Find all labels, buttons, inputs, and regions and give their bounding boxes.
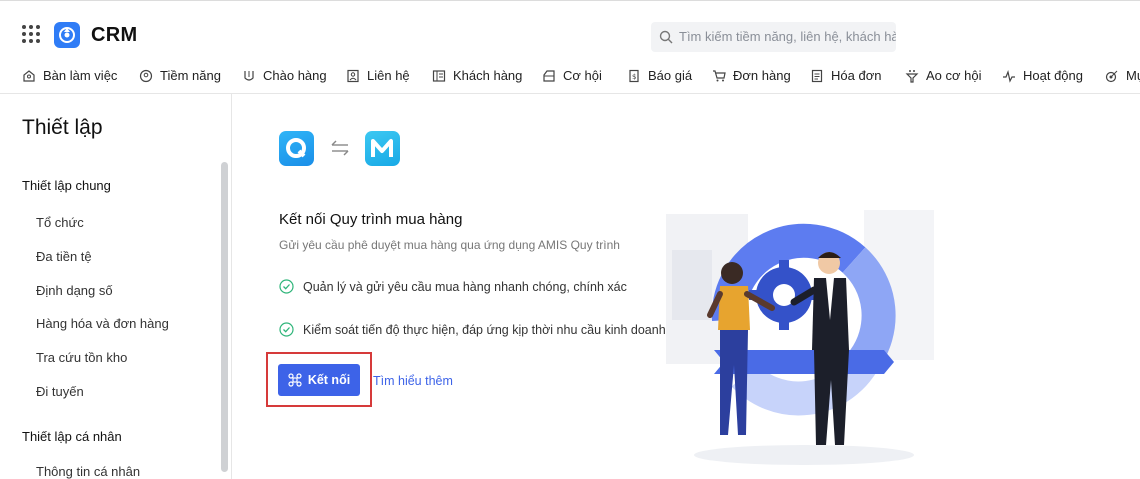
quote-icon: $	[629, 69, 639, 82]
nav-item-lien-he[interactable]: Liên hệ	[346, 68, 410, 83]
sidebar-item-thong-tin-ca-nhan[interactable]: Thông tin cá nhân	[36, 464, 140, 479]
module-nav: Bàn làm việc Tiềm năng Chào hàng Liên hệ…	[0, 60, 1140, 94]
app-brand: CRM	[91, 24, 138, 46]
sidebar-item-da-tien-te[interactable]: Đa tiền tệ	[36, 249, 92, 264]
feature-item: Quản lý và gửi yêu cầu mua hàng nhanh ch…	[279, 279, 627, 294]
sidebar-scrollbar[interactable]	[221, 162, 228, 472]
nav-item-chao-hang[interactable]: Chào hàng	[242, 68, 327, 83]
search-placeholder: Tìm kiếm tiềm năng, liên hệ, khách hàng	[679, 29, 896, 44]
settings-sidebar: Thiết lập Thiết lập chung Tổ chức Đa tiề…	[0, 94, 232, 479]
pool-icon	[905, 69, 919, 83]
contact-icon	[347, 69, 359, 82]
connect-button[interactable]: Kết nối	[278, 364, 360, 396]
target-icon	[1105, 70, 1118, 82]
opportunity-icon	[543, 69, 555, 82]
nav-item-muc-tieu[interactable]: Mụ	[1105, 68, 1140, 83]
nav-item-co-hoi[interactable]: Cơ hội	[542, 68, 602, 83]
amis-process-app-icon	[365, 131, 400, 166]
feature-item: Kiểm soát tiến độ thực hiện, đáp ứng kịp…	[279, 322, 666, 337]
nav-item-hoat-dong[interactable]: Hoạt động	[1002, 68, 1083, 83]
nav-item-khach-hang[interactable]: Khách hàng	[432, 68, 522, 83]
sidebar-title: Thiết lập	[22, 116, 103, 139]
nav-item-ao-co-hoi[interactable]: Ao cơ hội	[905, 68, 982, 83]
link-nodes-icon	[288, 373, 302, 387]
svg-text:$: $	[632, 73, 636, 81]
check-circle-icon	[279, 322, 294, 337]
integration-subtitle: Gửi yêu cầu phê duyệt mua hàng qua ứng d…	[279, 238, 620, 252]
nav-item-don-hang[interactable]: Đơn hàng	[712, 68, 791, 83]
search-icon	[659, 30, 673, 44]
apps-grid-icon[interactable]	[22, 25, 40, 43]
global-search-input[interactable]: Tìm kiếm tiềm năng, liên hệ, khách hàng	[651, 22, 896, 52]
nav-item-hoa-don[interactable]: Hóa đơn	[810, 68, 881, 83]
sidebar-item-di-tuyen[interactable]: Đi tuyến	[36, 384, 84, 399]
top-header: CRM Tìm kiếm tiềm năng, liên hệ, khách h…	[0, 0, 1140, 60]
sidebar-item-to-chuc[interactable]: Tổ chức	[36, 215, 84, 230]
desk-icon	[23, 69, 35, 82]
sidebar-item-tra-cuu-ton-kho[interactable]: Tra cứu tồn kho	[36, 350, 127, 365]
sidebar-item-hang-hoa[interactable]: Hàng hóa và đơn hàng	[36, 316, 169, 331]
learn-more-link[interactable]: Tìm hiểu thêm	[373, 374, 453, 388]
invoice-icon	[811, 69, 823, 82]
crm-logo-icon[interactable]	[54, 22, 80, 48]
main-content: Kết nối Quy trình mua hàng Gửi yêu cầu p…	[233, 94, 1140, 479]
lead-icon	[139, 69, 153, 82]
section-general-settings: Thiết lập chung	[22, 178, 111, 193]
integration-title: Kết nối Quy trình mua hàng	[279, 211, 463, 228]
sidebar-item-dinh-dang-so[interactable]: Định dạng số	[36, 283, 113, 298]
amis-crm-app-icon	[279, 131, 314, 166]
swap-arrows-icon	[331, 140, 349, 156]
nav-item-tiem-nang[interactable]: Tiềm năng	[139, 68, 221, 83]
nav-item-ban-lam-viec[interactable]: Bàn làm việc	[22, 68, 117, 83]
integration-illustration	[666, 210, 934, 465]
offer-icon	[244, 70, 254, 81]
section-personal-settings: Thiết lập cá nhân	[22, 429, 122, 444]
cart-icon	[713, 69, 726, 81]
activity-icon	[1003, 69, 1015, 83]
customer-icon	[432, 69, 446, 82]
check-circle-icon	[279, 279, 294, 294]
nav-item-bao-gia[interactable]: $ Báo giá	[627, 68, 692, 83]
